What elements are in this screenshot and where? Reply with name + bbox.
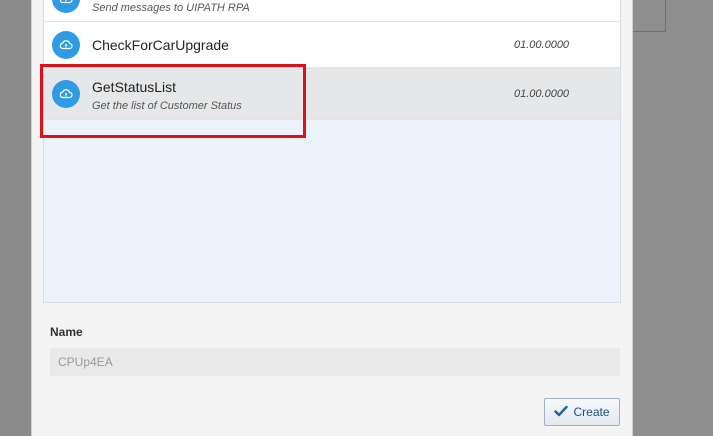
integrations-list[interactable]: Send messages to UIPATH RPA CheckForCarU…: [43, 0, 621, 303]
item-version: 01.00.0000: [514, 39, 570, 51]
item-description: Send messages to UIPATH RPA: [92, 2, 250, 14]
list-item[interactable]: CheckForCarUpgrade 01.00.0000: [44, 22, 620, 68]
cloud-sync-icon: [52, 31, 80, 59]
name-label: Name: [50, 325, 83, 339]
background-page: [0, 0, 31, 436]
name-input[interactable]: [50, 348, 620, 376]
create-button[interactable]: Create: [544, 398, 620, 426]
cloud-sync-icon: [52, 0, 80, 13]
create-integration-dialog: Send messages to UIPATH RPA CheckForCarU…: [31, 0, 633, 436]
list-item[interactable]: Send messages to UIPATH RPA: [44, 0, 620, 22]
list-item-selected[interactable]: GetStatusList Get the list of Customer S…: [44, 68, 620, 120]
item-description: Get the list of Customer Status: [92, 100, 242, 112]
checkmark-icon: [554, 405, 569, 420]
create-button-label: Create: [573, 405, 610, 419]
cloud-sync-icon: [52, 80, 80, 108]
item-title: CheckForCarUpgrade: [92, 37, 229, 53]
item-version: 01.00.0000: [514, 88, 570, 100]
item-title: GetStatusList: [92, 79, 177, 95]
